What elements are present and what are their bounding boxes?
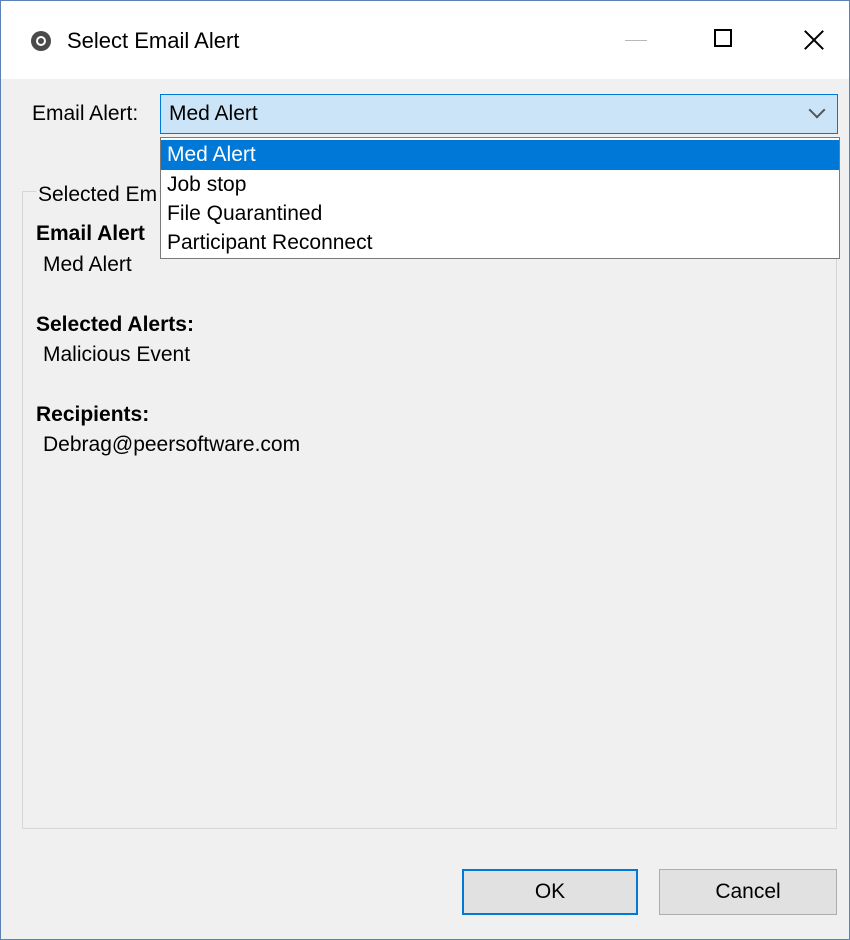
dropdown-option-med-alert[interactable]: Med Alert: [161, 140, 839, 170]
recipients-heading: Recipients:: [36, 403, 150, 426]
group-title: Selected Em: [36, 183, 160, 207]
selected-email-alert-group: [22, 191, 837, 829]
ok-button[interactable]: OK: [462, 869, 638, 915]
dropdown-option-file-quarantined[interactable]: File Quarantined: [161, 199, 839, 229]
title-bar: Select Email Alert: [1, 1, 849, 79]
email-alert-combobox[interactable]: Med Alert: [160, 94, 838, 134]
dropdown-option-job-stop[interactable]: Job stop: [161, 170, 839, 200]
email-alert-value: Med Alert: [43, 253, 132, 276]
minimize-button[interactable]: [601, 1, 671, 79]
maximize-button[interactable]: [690, 1, 760, 79]
recipients-value: Debrag@peersoftware.com: [43, 433, 301, 456]
close-button[interactable]: [779, 1, 849, 79]
chevron-down-icon[interactable]: [808, 101, 826, 119]
cancel-button[interactable]: Cancel: [659, 869, 837, 915]
email-alert-heading: Email Alert: [36, 222, 145, 245]
selected-alerts-value: Malicious Event: [43, 343, 191, 366]
dropdown-option-participant-reconnect[interactable]: Participant Reconnect: [161, 228, 839, 258]
window-title: Select Email Alert: [67, 28, 240, 53]
email-alert-dropdown-list: Med Alert Job stop File Quarantined Part…: [160, 137, 840, 259]
select-email-alert-dialog: Select Email Alert Email Alert: Med Aler…: [0, 0, 850, 940]
selected-alerts-heading: Selected Alerts:: [36, 313, 194, 336]
email-alert-label: Email Alert:: [32, 102, 139, 125]
email-alert-combobox-value: Med Alert: [169, 102, 258, 125]
app-icon: [31, 31, 51, 51]
